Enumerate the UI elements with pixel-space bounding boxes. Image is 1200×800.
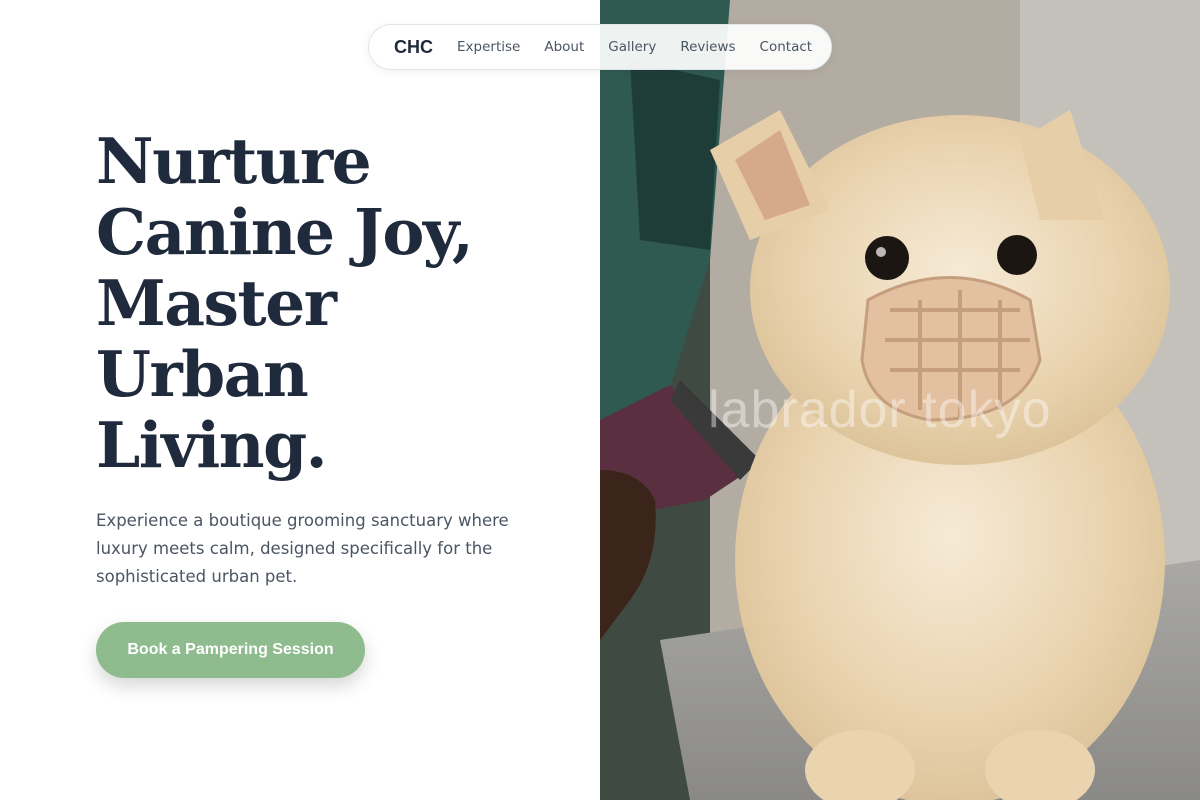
headline-line: Nurture [96,124,372,198]
nav-link-expertise[interactable]: Expertise [457,39,520,55]
hero-description: Experience a boutique grooming sanctuary… [96,511,509,586]
nav-link-contact[interactable]: Contact [760,39,813,55]
hero-headline: Nurture Canine Joy, Master Urban Living. [96,126,576,481]
headline-line: Urban [96,337,309,411]
photo-watermark: labrador tokyo [708,381,1052,439]
headline-line: Master [96,266,337,340]
nav-link-gallery[interactable]: Gallery [608,39,656,55]
headline-line: Canine Joy, [96,195,474,269]
nav-link-reviews[interactable]: Reviews [680,39,735,55]
top-navigation: CHC Expertise About Gallery Reviews Cont… [368,24,832,70]
hero-page: labrador tokyo CHC Expertise About Galle… [0,0,1200,800]
hero-photo: labrador tokyo [600,0,1200,800]
book-session-button[interactable]: Book a Pampering Session [96,622,365,678]
headline-line: Living. [96,408,328,482]
brand-logo[interactable]: CHC [394,37,433,58]
nav-link-about[interactable]: About [544,39,584,55]
